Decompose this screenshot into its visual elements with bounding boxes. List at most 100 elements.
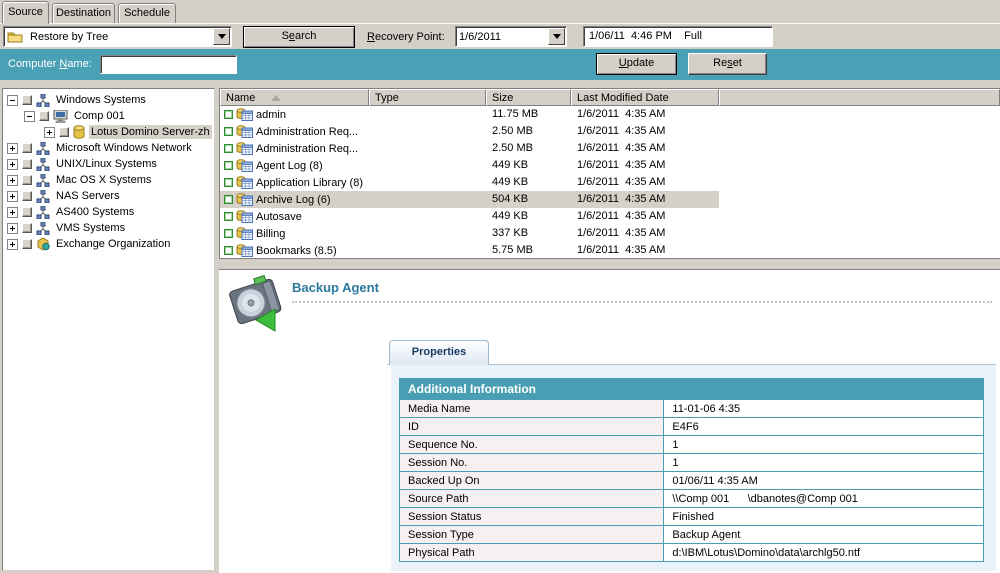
- tree-checkbox[interactable]: [22, 95, 32, 105]
- table-row[interactable]: admin 11.75 MB 1/6/2011 4:35 AM: [220, 106, 1000, 123]
- tree-item-label[interactable]: Mac OS X Systems: [54, 173, 153, 187]
- tree-item-label[interactable]: Microsoft Windows Network: [54, 141, 194, 155]
- expand-toggle-icon[interactable]: [7, 175, 18, 186]
- tree-item-mac-os-x[interactable]: Mac OS X Systems: [3, 172, 214, 188]
- detail-row: IDE4F6: [400, 418, 984, 436]
- collapse-toggle-icon[interactable]: [7, 95, 18, 106]
- tree-checkbox[interactable]: [22, 207, 32, 217]
- tree-item-lotus-domino[interactable]: Lotus Domino Server-zh: [3, 124, 214, 140]
- tree-item-exchange-org[interactable]: Exchange Organization: [3, 236, 214, 252]
- tree-item-label[interactable]: UNIX/Linux Systems: [54, 157, 159, 171]
- table-row[interactable]: Application Library (8) 449 KB 1/6/2011 …: [220, 174, 1000, 191]
- table-row[interactable]: Billing 337 KB 1/6/2011 4:35 AM: [220, 225, 1000, 242]
- expand-toggle-icon[interactable]: [7, 207, 18, 218]
- tree-item-label[interactable]: AS400 Systems: [54, 205, 136, 219]
- horizontal-splitter[interactable]: [219, 258, 1000, 270]
- expand-toggle-icon[interactable]: [7, 223, 18, 234]
- tree-item-nas-servers[interactable]: NAS Servers: [3, 188, 214, 204]
- tree-item-vms[interactable]: VMS Systems: [3, 220, 214, 236]
- restore-mode-combo[interactable]: Restore by Tree: [3, 26, 232, 47]
- reset-button[interactable]: Reset: [688, 53, 767, 75]
- additional-information-header: Additional Information: [400, 379, 984, 400]
- column-header-size[interactable]: Size: [486, 89, 571, 106]
- database-table-icon: [236, 142, 253, 155]
- session-details-pane: Backup Agent Properties Additional Infor…: [219, 270, 1000, 573]
- table-row[interactable]: Administration Req... 2.50 MB 1/6/2011 4…: [220, 140, 1000, 157]
- tree-checkbox[interactable]: [59, 127, 69, 137]
- combo-dropdown-button[interactable]: [548, 28, 565, 45]
- expand-toggle-icon[interactable]: [7, 191, 18, 202]
- database-table-icon: [236, 176, 253, 189]
- row-checkbox[interactable]: [224, 246, 233, 255]
- chevron-down-icon: [553, 34, 561, 39]
- table-row[interactable]: Agent Log (8) 449 KB 1/6/2011 4:35 AM: [220, 157, 1000, 174]
- tree-checkbox[interactable]: [22, 143, 32, 153]
- update-button[interactable]: Update: [596, 53, 677, 75]
- expand-toggle-icon[interactable]: [7, 143, 18, 154]
- row-checkbox[interactable]: [224, 178, 233, 187]
- detail-label: Media Name: [400, 400, 664, 418]
- expand-toggle-icon[interactable]: [7, 239, 18, 250]
- tree-item-windows-systems[interactable]: Windows Systems: [3, 92, 214, 108]
- row-checkbox[interactable]: [224, 144, 233, 153]
- network-icon: [36, 142, 50, 155]
- computer-name-bar: Computer Name:: [0, 49, 1000, 80]
- tree-checkbox[interactable]: [22, 239, 32, 249]
- table-row[interactable]: Autosave 449 KB 1/6/2011 4:35 AM: [220, 208, 1000, 225]
- tab-properties[interactable]: Properties: [389, 340, 489, 365]
- tab-destination[interactable]: Destination: [52, 3, 115, 23]
- tree-item-label[interactable]: Lotus Domino Server-zh: [89, 125, 212, 139]
- tree-checkbox[interactable]: [22, 159, 32, 169]
- tree-checkbox[interactable]: [39, 111, 49, 121]
- database-table-icon: [236, 210, 253, 223]
- row-checkbox[interactable]: [224, 161, 233, 170]
- tab-schedule[interactable]: Schedule: [118, 3, 176, 23]
- network-icon: [36, 94, 50, 107]
- computer-name-label: Computer Name:: [8, 49, 92, 80]
- row-checkbox[interactable]: [224, 212, 233, 221]
- tree-item-ms-windows-network[interactable]: Microsoft Windows Network: [3, 140, 214, 156]
- combo-dropdown-button[interactable]: [213, 28, 230, 45]
- column-header-name[interactable]: Name: [220, 89, 369, 106]
- detail-row: Backed Up On01/06/11 4:35 AM: [400, 472, 984, 490]
- detail-label: Session Status: [400, 508, 664, 526]
- detail-value: 1: [664, 454, 984, 472]
- file-list-panel: Name Type Size Last Modified Date admin …: [219, 88, 1000, 258]
- table-row[interactable]: Administration Req... 2.50 MB 1/6/2011 4…: [220, 123, 1000, 140]
- detail-value: E4F6: [664, 418, 984, 436]
- expand-toggle-icon[interactable]: [7, 159, 18, 170]
- tree-checkbox[interactable]: [22, 191, 32, 201]
- row-checkbox[interactable]: [224, 110, 233, 119]
- tree-item-label[interactable]: Windows Systems: [54, 93, 148, 107]
- tree-item-label[interactable]: VMS Systems: [54, 221, 127, 235]
- recovery-point-detail-field[interactable]: 1/06/11 4:46 PM Full: [583, 26, 773, 47]
- tab-source[interactable]: Source: [2, 1, 49, 24]
- row-checkbox[interactable]: [224, 127, 233, 136]
- tree-checkbox[interactable]: [22, 223, 32, 233]
- row-checkbox[interactable]: [224, 229, 233, 238]
- computer-name-input[interactable]: [100, 55, 237, 74]
- database-table-icon: [236, 108, 253, 121]
- tree-item-label[interactable]: Exchange Organization: [54, 237, 172, 251]
- search-button[interactable]: Search: [243, 26, 355, 48]
- exchange-organization-icon: [36, 237, 50, 251]
- database-table-icon: [236, 193, 253, 206]
- table-row[interactable]: Bookmarks (8.5) 5.75 MB 1/6/2011 4:35 AM: [220, 242, 1000, 258]
- expand-toggle-icon[interactable]: [44, 127, 55, 138]
- tree-checkbox[interactable]: [22, 175, 32, 185]
- table-row-selected[interactable]: Archive Log (6) 504 KB 1/6/2011 4:35 AM: [220, 191, 1000, 208]
- column-header-last-modified[interactable]: Last Modified Date: [571, 89, 719, 106]
- detail-row: Sequence No.1: [400, 436, 984, 454]
- recovery-date-combo[interactable]: 1/6/2011: [455, 26, 567, 47]
- tree-item-label[interactable]: Comp 001: [72, 109, 127, 123]
- search-label: S: [282, 30, 289, 42]
- tree-item-label[interactable]: NAS Servers: [54, 189, 122, 203]
- collapse-toggle-icon[interactable]: [24, 111, 35, 122]
- tree-item-as400[interactable]: AS400 Systems: [3, 204, 214, 220]
- row-checkbox[interactable]: [224, 195, 233, 204]
- backup-agent-title: Backup Agent: [292, 280, 379, 295]
- tree-item-unix-linux[interactable]: UNIX/Linux Systems: [3, 156, 214, 172]
- network-icon: [36, 174, 50, 187]
- column-header-type[interactable]: Type: [369, 89, 486, 106]
- tree-item-comp-001[interactable]: Comp 001: [3, 108, 214, 124]
